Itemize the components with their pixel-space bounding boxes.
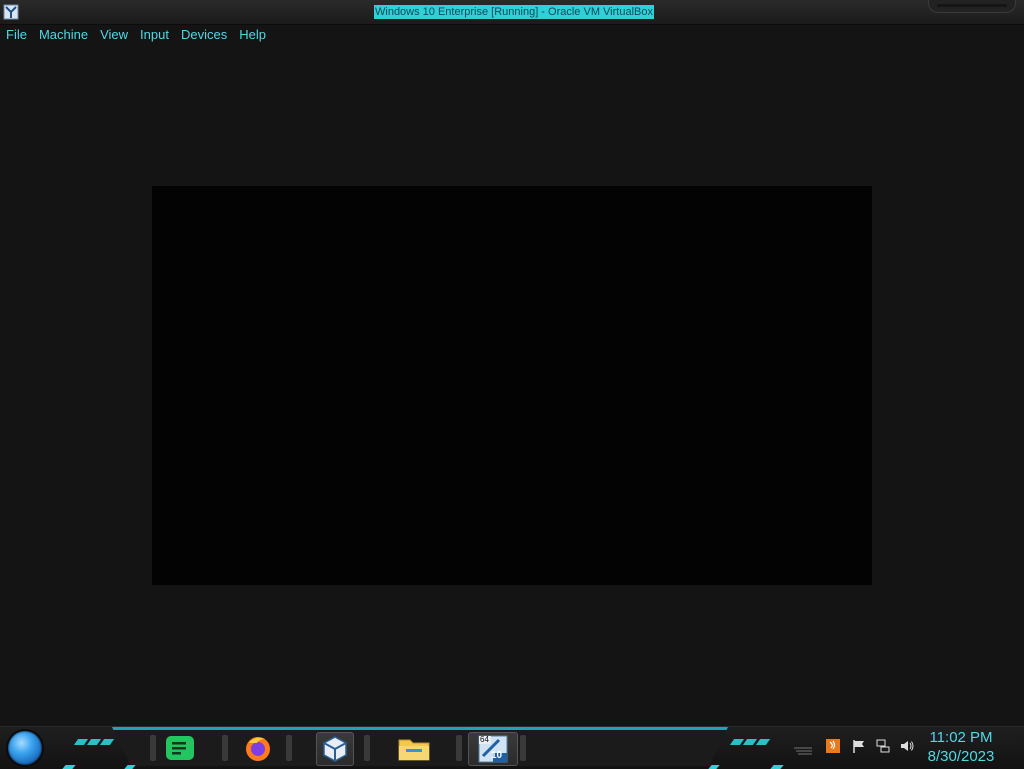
virtualbox-taskbar-icon[interactable] xyxy=(316,732,354,766)
taskbar-clock[interactable]: 11:02 PM 8/30/2023 xyxy=(916,728,1006,766)
right-chevron-decoration xyxy=(729,739,771,745)
tray-overflow-icon[interactable] xyxy=(792,743,814,755)
volume-icon[interactable] xyxy=(898,737,916,755)
left-chevron-decoration xyxy=(73,739,115,745)
vm-display-area[interactable] xyxy=(0,46,1024,726)
action-center-flag-icon[interactable] xyxy=(850,737,868,755)
task-separator xyxy=(520,735,526,761)
bottom-accent xyxy=(124,765,136,769)
task-separator xyxy=(150,735,156,761)
menu-file[interactable]: File xyxy=(0,25,33,45)
task-separator xyxy=(456,735,462,761)
clock-date: 8/30/2023 xyxy=(927,748,995,765)
system-tray xyxy=(824,737,916,755)
task-separator xyxy=(364,735,370,761)
task-separator xyxy=(222,735,228,761)
vm-badge-10: 10 xyxy=(491,750,503,761)
vm-badge-64: 64 xyxy=(480,735,489,744)
bottom-accent xyxy=(62,765,76,769)
menu-devices[interactable]: Devices xyxy=(175,25,233,45)
bottom-accent xyxy=(770,765,784,769)
network-icon[interactable] xyxy=(874,737,892,755)
start-orb-icon[interactable] xyxy=(8,731,42,765)
bottom-accent xyxy=(708,765,720,769)
title-bar[interactable]: Windows 10 Enterprise [Running] - Oracle… xyxy=(0,0,1024,25)
virtualbox-icon[interactable] xyxy=(2,3,20,21)
window-controls[interactable] xyxy=(928,0,1016,13)
firefox-icon[interactable] xyxy=(240,732,276,764)
clock-time: 11:02 PM xyxy=(929,729,993,746)
menu-bar: File Machine View Input Devices Help xyxy=(0,25,1024,45)
menu-machine[interactable]: Machine xyxy=(33,25,94,45)
menu-help[interactable]: Help xyxy=(233,25,272,45)
java-icon[interactable] xyxy=(824,737,842,755)
menu-view[interactable]: View xyxy=(94,25,134,45)
file-explorer-icon[interactable] xyxy=(396,732,432,764)
task-separator xyxy=(286,735,292,761)
notes-app-icon[interactable] xyxy=(162,732,198,764)
vm-screen[interactable] xyxy=(152,186,872,585)
window-title: Windows 10 Enterprise [Running] - Oracle… xyxy=(374,5,654,19)
menu-input[interactable]: Input xyxy=(134,25,175,45)
taskbar: 64 10 11:02 PM 8/30/2023 xyxy=(0,726,1024,769)
windows10-vm-icon[interactable]: 64 10 xyxy=(468,732,518,766)
